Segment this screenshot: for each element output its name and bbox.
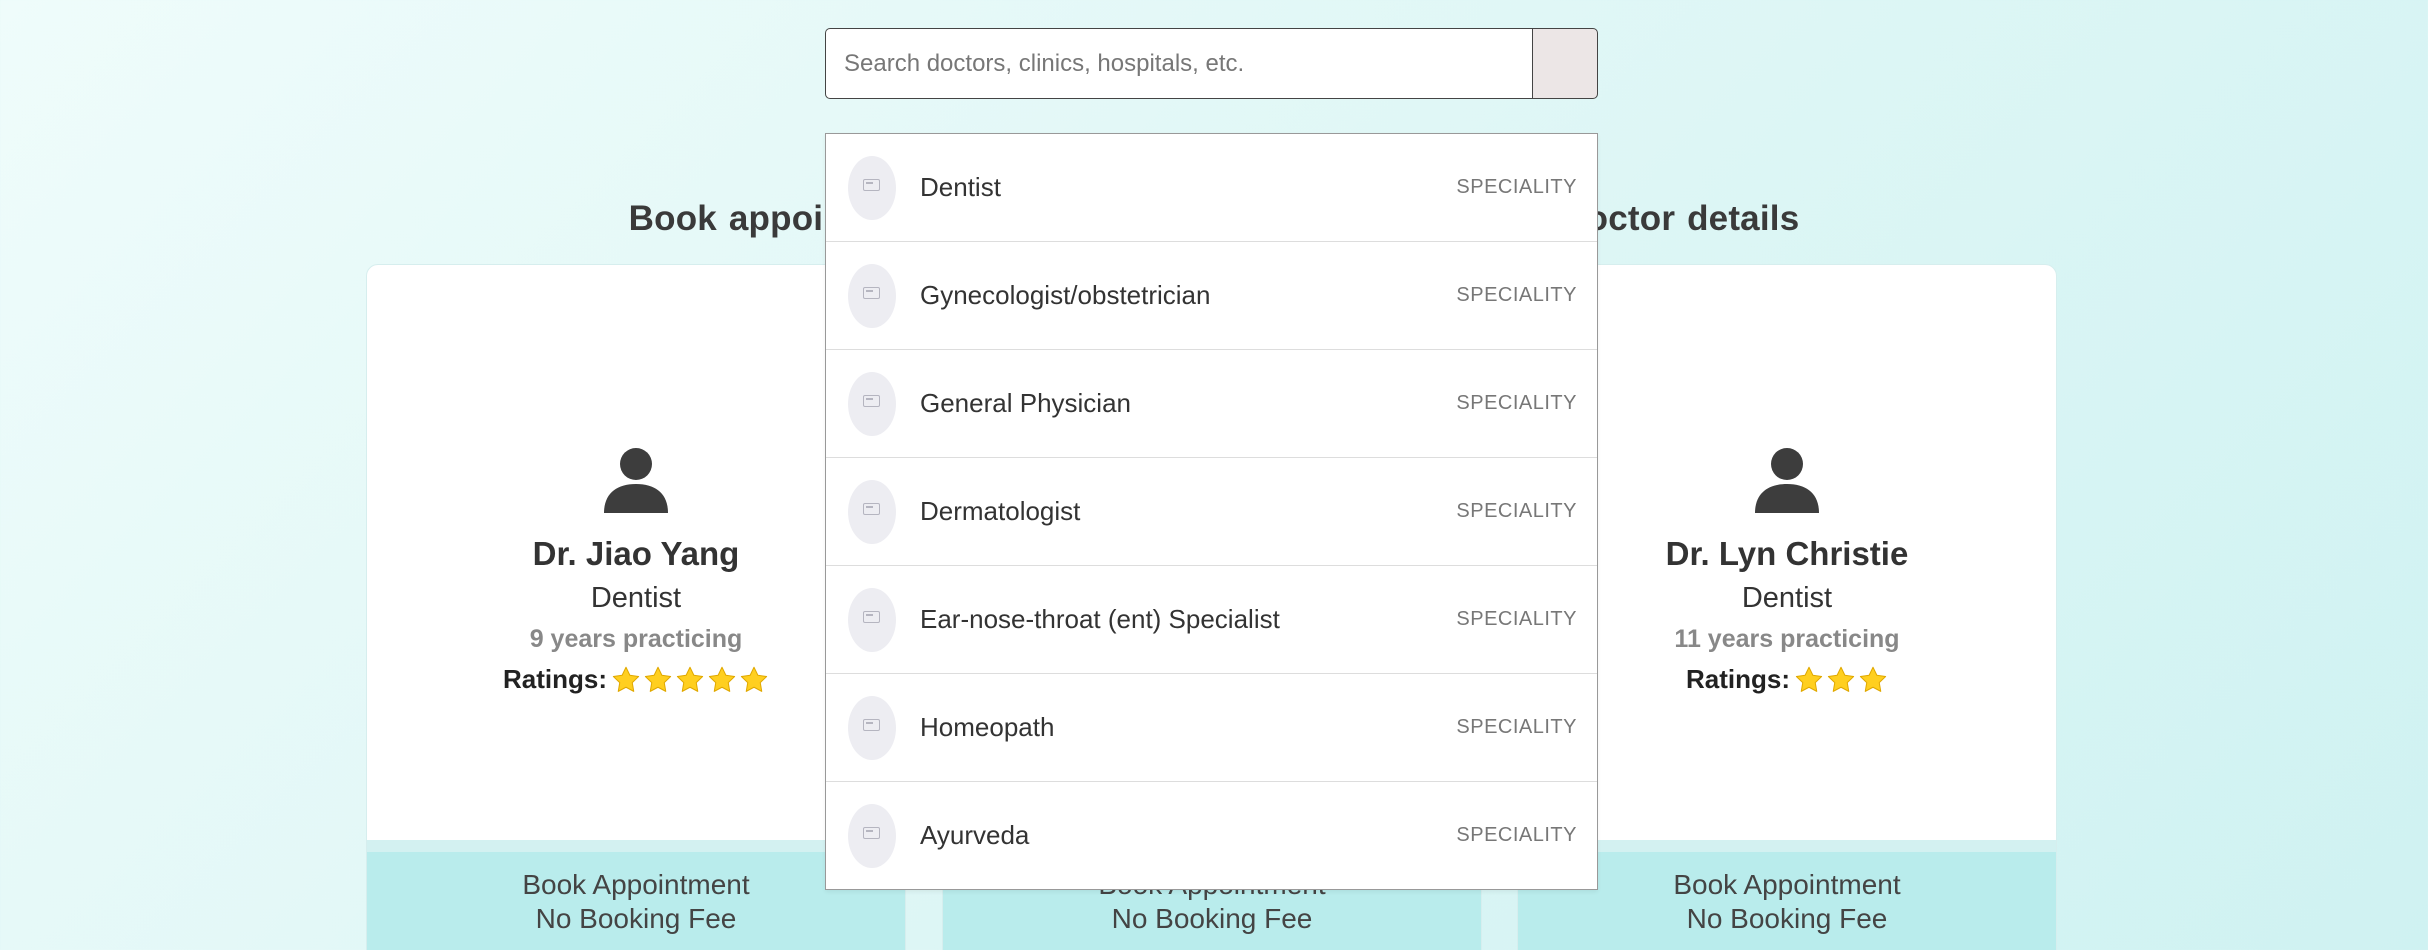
doctor-rating: Ratings: bbox=[1686, 664, 1888, 695]
suggestion-label: Homeopath bbox=[920, 712, 1055, 742]
suggestion-label: General Physician bbox=[920, 388, 1131, 418]
suggestion-type: SPECIALITY bbox=[1456, 500, 1577, 522]
star-icon bbox=[1795, 666, 1823, 692]
image-placeholder-icon bbox=[848, 803, 896, 868]
image-placeholder-icon bbox=[848, 263, 896, 328]
suggestion-label: Dentist bbox=[920, 172, 1001, 202]
booking-fee-label: No Booking Fee bbox=[535, 903, 737, 934]
search-bar bbox=[825, 28, 1598, 99]
doctor-name: Dr. Lyn Christie bbox=[1665, 535, 1909, 572]
image-placeholder-icon bbox=[848, 587, 896, 652]
suggestion-type: SPECIALITY bbox=[1456, 716, 1577, 738]
doctor-name: Dr. Jiao Yang bbox=[532, 535, 740, 572]
doctor-speciality: Dentist bbox=[590, 582, 682, 614]
search-suggestions-dropdown: Dentist SPECIALITY Gynecologist/obstetrici… bbox=[825, 133, 1598, 890]
star-icon bbox=[1859, 666, 1887, 692]
user-avatar-icon bbox=[604, 448, 668, 513]
rating-stars bbox=[611, 665, 769, 695]
booking-fee-label: No Booking Fee bbox=[1111, 903, 1313, 934]
image-placeholder-icon bbox=[848, 695, 896, 760]
booking-fee-label: No Booking Fee bbox=[1686, 903, 1888, 934]
suggestion-item[interactable]: Homeopath SPECIALITY bbox=[826, 674, 1597, 782]
doctor-experience: 11 years practicing bbox=[1674, 625, 1900, 653]
image-placeholder-icon bbox=[848, 155, 896, 220]
star-icon bbox=[644, 666, 672, 692]
suggestion-item[interactable]: Gynecologist/obstetrician SPECIALITY bbox=[826, 242, 1597, 350]
star-icon bbox=[612, 666, 640, 692]
ratings-label: Ratings: bbox=[1686, 664, 1790, 694]
star-icon bbox=[1827, 666, 1855, 692]
doctor-card: Dr. Lyn Christie Dentist 11 years practi… bbox=[1517, 264, 2057, 950]
star-icon bbox=[708, 666, 736, 692]
suggestion-type: SPECIALITY bbox=[1456, 392, 1577, 414]
book-appointment-label: Book Appointment bbox=[1673, 869, 1901, 900]
doctor-speciality: Dentist bbox=[1741, 582, 1833, 614]
doctor-rating: Ratings: bbox=[503, 664, 769, 695]
rating-stars bbox=[1794, 665, 1888, 695]
suggestion-type: SPECIALITY bbox=[1456, 824, 1577, 846]
star-icon bbox=[676, 666, 704, 692]
suggestion-item[interactable]: General Physician SPECIALITY bbox=[826, 350, 1597, 458]
suggestion-label: Gynecologist/obstetrician bbox=[920, 280, 1211, 310]
suggestion-item[interactable]: Dentist SPECIALITY bbox=[826, 134, 1597, 242]
image-placeholder-icon bbox=[848, 479, 896, 544]
suggestion-label: Ayurveda bbox=[920, 820, 1030, 850]
star-icon bbox=[740, 666, 768, 692]
doctor-experience: 9 years practicing bbox=[529, 625, 743, 653]
suggestion-label: Ear-nose-throat (ent) Specialist bbox=[920, 604, 1280, 634]
search-input[interactable] bbox=[825, 28, 1532, 99]
suggestion-label: Dermatologist bbox=[920, 496, 1081, 526]
suggestion-item[interactable]: Dermatologist SPECIALITY bbox=[826, 458, 1597, 566]
suggestion-item[interactable]: Ayurveda SPECIALITY bbox=[826, 782, 1597, 889]
image-placeholder-icon bbox=[848, 371, 896, 436]
suggestion-item[interactable]: Ear-nose-throat (ent) Specialist SPECIALI… bbox=[826, 566, 1597, 674]
suggestion-type: SPECIALITY bbox=[1456, 608, 1577, 630]
suggestion-type: SPECIALITY bbox=[1456, 284, 1577, 306]
user-avatar-icon bbox=[1755, 448, 1819, 513]
suggestion-type: SPECIALITY bbox=[1456, 176, 1577, 198]
book-appointment-button[interactable]: Book Appointment No Booking Fee bbox=[1518, 852, 2056, 950]
ratings-label: Ratings: bbox=[503, 664, 607, 694]
search-button[interactable] bbox=[1532, 28, 1598, 99]
